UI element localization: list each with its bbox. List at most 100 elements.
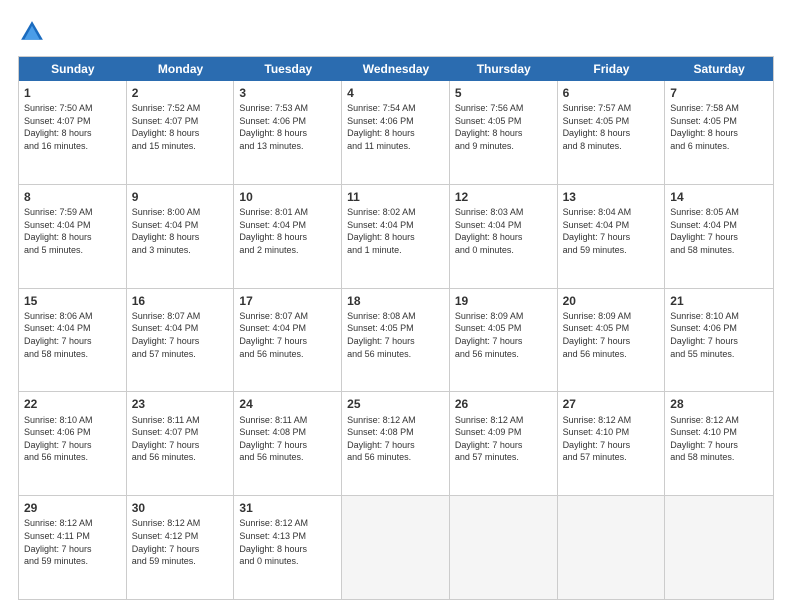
day-info: Sunrise: 8:10 AM Sunset: 4:06 PM Dayligh… (670, 310, 768, 360)
day-info: Sunrise: 8:10 AM Sunset: 4:06 PM Dayligh… (24, 414, 121, 464)
day-number: 5 (455, 85, 552, 101)
day-number: 20 (563, 293, 660, 309)
day-cell-21: 21Sunrise: 8:10 AM Sunset: 4:06 PM Dayli… (665, 289, 773, 392)
day-number: 7 (670, 85, 768, 101)
day-info: Sunrise: 7:59 AM Sunset: 4:04 PM Dayligh… (24, 206, 121, 256)
day-info: Sunrise: 8:04 AM Sunset: 4:04 PM Dayligh… (563, 206, 660, 256)
week-row-4: 22 Sunrise: 8:10 AM Sunset: 4:06 PM Dayli… (19, 392, 773, 496)
day-number: 2 (132, 85, 229, 101)
calendar-body: 1Sunrise: 7:50 AM Sunset: 4:07 PM Daylig… (19, 81, 773, 599)
day-info: Sunrise: 8:12 AM Sunset: 4:10 PM Dayligh… (670, 414, 768, 464)
day-cell-9: 9Sunrise: 8:00 AM Sunset: 4:04 PM Daylig… (127, 185, 235, 288)
day-number: 3 (239, 85, 336, 101)
day-cell-6: 6Sunrise: 7:57 AM Sunset: 4:05 PM Daylig… (558, 81, 666, 184)
day-number: 22 (24, 396, 121, 412)
day-info: Sunrise: 8:01 AM Sunset: 4:04 PM Dayligh… (239, 206, 336, 256)
day-cell-3: 3Sunrise: 7:53 AM Sunset: 4:06 PM Daylig… (234, 81, 342, 184)
day-info: Sunrise: 8:11 AM Sunset: 4:08 PM Dayligh… (239, 414, 336, 464)
day-number: 17 (239, 293, 336, 309)
day-info: Sunrise: 8:08 AM Sunset: 4:05 PM Dayligh… (347, 310, 444, 360)
day-info: Sunrise: 7:50 AM Sunset: 4:07 PM Dayligh… (24, 102, 121, 152)
day-info: Sunrise: 8:03 AM Sunset: 4:04 PM Dayligh… (455, 206, 552, 256)
day-info: Sunrise: 8:06 AM Sunset: 4:04 PM Dayligh… (24, 310, 121, 360)
day-cell-28: 28 Sunrise: 8:12 AM Sunset: 4:10 PM Dayli… (665, 392, 773, 495)
day-cell-12: 12Sunrise: 8:03 AM Sunset: 4:04 PM Dayli… (450, 185, 558, 288)
day-info: Sunrise: 7:52 AM Sunset: 4:07 PM Dayligh… (132, 102, 229, 152)
day-number: 9 (132, 189, 229, 205)
day-number: 4 (347, 85, 444, 101)
day-info: Sunrise: 8:00 AM Sunset: 4:04 PM Dayligh… (132, 206, 229, 256)
week-row-1: 1Sunrise: 7:50 AM Sunset: 4:07 PM Daylig… (19, 81, 773, 185)
header-day-saturday: Saturday (665, 57, 773, 81)
day-number: 6 (563, 85, 660, 101)
day-cell-26: 26 Sunrise: 8:12 AM Sunset: 4:09 PM Dayli… (450, 392, 558, 495)
day-number: 21 (670, 293, 768, 309)
day-info: Sunrise: 8:12 AM Sunset: 4:13 PM Dayligh… (239, 517, 336, 567)
empty-cell (342, 496, 450, 599)
page: SundayMondayTuesdayWednesdayThursdayFrid… (0, 0, 792, 612)
day-number: 27 (563, 396, 660, 412)
day-number: 28 (670, 396, 768, 412)
header-day-thursday: Thursday (450, 57, 558, 81)
day-cell-11: 11Sunrise: 8:02 AM Sunset: 4:04 PM Dayli… (342, 185, 450, 288)
logo (18, 18, 50, 46)
logo-icon (18, 18, 46, 46)
day-cell-30: 30Sunrise: 8:12 AM Sunset: 4:12 PM Dayli… (127, 496, 235, 599)
day-number: 14 (670, 189, 768, 205)
day-cell-2: 2Sunrise: 7:52 AM Sunset: 4:07 PM Daylig… (127, 81, 235, 184)
day-cell-27: 27 Sunrise: 8:12 AM Sunset: 4:10 PM Dayli… (558, 392, 666, 495)
day-info: Sunrise: 8:12 AM Sunset: 4:10 PM Dayligh… (563, 414, 660, 464)
day-number: 1 (24, 85, 121, 101)
day-cell-15: 15Sunrise: 8:06 AM Sunset: 4:04 PM Dayli… (19, 289, 127, 392)
day-cell-4: 4Sunrise: 7:54 AM Sunset: 4:06 PM Daylig… (342, 81, 450, 184)
day-cell-1: 1Sunrise: 7:50 AM Sunset: 4:07 PM Daylig… (19, 81, 127, 184)
day-info: Sunrise: 8:11 AM Sunset: 4:07 PM Dayligh… (132, 414, 229, 464)
empty-cell (450, 496, 558, 599)
day-info: Sunrise: 8:02 AM Sunset: 4:04 PM Dayligh… (347, 206, 444, 256)
day-info: Sunrise: 8:07 AM Sunset: 4:04 PM Dayligh… (132, 310, 229, 360)
day-cell-22: 22 Sunrise: 8:10 AM Sunset: 4:06 PM Dayli… (19, 392, 127, 495)
day-number: 25 (347, 396, 444, 412)
day-cell-7: 7Sunrise: 7:58 AM Sunset: 4:05 PM Daylig… (665, 81, 773, 184)
week-row-3: 15Sunrise: 8:06 AM Sunset: 4:04 PM Dayli… (19, 289, 773, 393)
day-number: 11 (347, 189, 444, 205)
day-number: 31 (239, 500, 336, 516)
day-cell-24: 24 Sunrise: 8:11 AM Sunset: 4:08 PM Dayli… (234, 392, 342, 495)
day-cell-18: 18Sunrise: 8:08 AM Sunset: 4:05 PM Dayli… (342, 289, 450, 392)
day-number: 10 (239, 189, 336, 205)
day-number: 26 (455, 396, 552, 412)
day-number: 23 (132, 396, 229, 412)
day-cell-5: 5Sunrise: 7:56 AM Sunset: 4:05 PM Daylig… (450, 81, 558, 184)
day-number: 18 (347, 293, 444, 309)
day-number: 12 (455, 189, 552, 205)
day-cell-31: 31Sunrise: 8:12 AM Sunset: 4:13 PM Dayli… (234, 496, 342, 599)
day-info: Sunrise: 7:53 AM Sunset: 4:06 PM Dayligh… (239, 102, 336, 152)
header-day-tuesday: Tuesday (234, 57, 342, 81)
day-info: Sunrise: 7:56 AM Sunset: 4:05 PM Dayligh… (455, 102, 552, 152)
calendar-header: SundayMondayTuesdayWednesdayThursdayFrid… (19, 57, 773, 81)
day-number: 29 (24, 500, 121, 516)
day-cell-29: 29Sunrise: 8:12 AM Sunset: 4:11 PM Dayli… (19, 496, 127, 599)
day-info: Sunrise: 7:57 AM Sunset: 4:05 PM Dayligh… (563, 102, 660, 152)
day-cell-25: 25Sunrise: 8:12 AM Sunset: 4:08 PM Dayli… (342, 392, 450, 495)
day-info: Sunrise: 8:12 AM Sunset: 4:12 PM Dayligh… (132, 517, 229, 567)
header-day-monday: Monday (127, 57, 235, 81)
day-cell-14: 14Sunrise: 8:05 AM Sunset: 4:04 PM Dayli… (665, 185, 773, 288)
empty-cell (665, 496, 773, 599)
day-number: 8 (24, 189, 121, 205)
day-number: 16 (132, 293, 229, 309)
day-info: Sunrise: 8:12 AM Sunset: 4:11 PM Dayligh… (24, 517, 121, 567)
day-cell-23: 23 Sunrise: 8:11 AM Sunset: 4:07 PM Dayli… (127, 392, 235, 495)
day-info: Sunrise: 7:54 AM Sunset: 4:06 PM Dayligh… (347, 102, 444, 152)
day-cell-8: 8Sunrise: 7:59 AM Sunset: 4:04 PM Daylig… (19, 185, 127, 288)
day-info: Sunrise: 8:12 AM Sunset: 4:09 PM Dayligh… (455, 414, 552, 464)
day-number: 24 (239, 396, 336, 412)
calendar: SundayMondayTuesdayWednesdayThursdayFrid… (18, 56, 774, 600)
day-number: 13 (563, 189, 660, 205)
empty-cell (558, 496, 666, 599)
day-cell-17: 17Sunrise: 8:07 AM Sunset: 4:04 PM Dayli… (234, 289, 342, 392)
header-day-friday: Friday (558, 57, 666, 81)
day-cell-10: 10Sunrise: 8:01 AM Sunset: 4:04 PM Dayli… (234, 185, 342, 288)
day-number: 30 (132, 500, 229, 516)
header-day-wednesday: Wednesday (342, 57, 450, 81)
